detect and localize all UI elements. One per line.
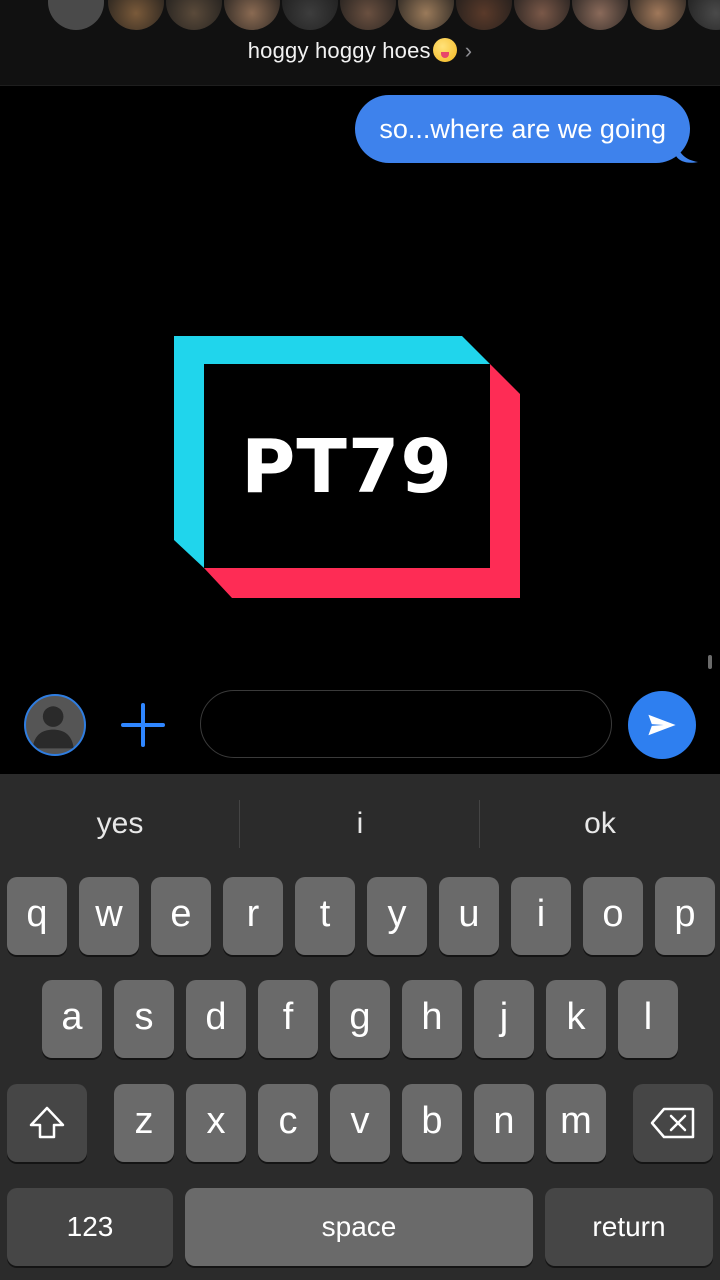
key-y[interactable]: y: [367, 877, 427, 955]
member-avatar[interactable]: [340, 0, 396, 30]
member-avatar[interactable]: [572, 0, 628, 30]
logo-text: PT79: [241, 424, 453, 510]
key-v[interactable]: v: [330, 1084, 390, 1162]
key-x[interactable]: x: [186, 1084, 246, 1162]
key-w[interactable]: w: [79, 877, 139, 955]
member-avatar[interactable]: [456, 0, 512, 30]
member-avatar[interactable]: [282, 0, 338, 30]
numbers-key[interactable]: 123: [7, 1188, 173, 1266]
member-avatar[interactable]: [166, 0, 222, 30]
key-u[interactable]: u: [439, 877, 499, 955]
member-avatars[interactable]: [0, 0, 720, 30]
backspace-key[interactable]: [633, 1084, 713, 1162]
member-avatar[interactable]: [514, 0, 570, 30]
key-c[interactable]: c: [258, 1084, 318, 1162]
avatar[interactable]: [48, 0, 104, 30]
key-z[interactable]: z: [114, 1084, 174, 1162]
sent-message-bubble[interactable]: so...where are we going: [355, 95, 690, 163]
zany-face-emoji-icon: [432, 38, 457, 62]
member-avatar[interactable]: [688, 0, 720, 30]
keyboard: yes i ok 123 space return qwertyuiopasdf…: [0, 774, 720, 1280]
suggestion-1[interactable]: yes: [0, 774, 240, 874]
key-s[interactable]: s: [114, 980, 174, 1058]
key-d[interactable]: d: [186, 980, 246, 1058]
suggestion-3[interactable]: ok: [480, 774, 720, 874]
backspace-icon: [650, 1107, 695, 1139]
person-icon[interactable]: [24, 694, 86, 756]
key-m[interactable]: m: [546, 1084, 606, 1162]
key-r[interactable]: r: [223, 877, 283, 955]
send-button[interactable]: [628, 691, 696, 759]
member-avatar[interactable]: [108, 0, 164, 30]
scroll-indicator[interactable]: [708, 655, 712, 669]
group-name-text[interactable]: hoggy hoggy hoes: [248, 38, 431, 63]
group-title[interactable]: hoggy hoggy hoes ›: [0, 38, 720, 64]
key-o[interactable]: o: [583, 877, 643, 955]
key-j[interactable]: j: [474, 980, 534, 1058]
key-h[interactable]: h: [402, 980, 462, 1058]
chevron-right-icon[interactable]: ›: [465, 38, 473, 63]
member-avatar[interactable]: [398, 0, 454, 30]
plus-icon[interactable]: [118, 700, 168, 750]
member-avatar[interactable]: [630, 0, 686, 30]
key-q[interactable]: q: [7, 877, 67, 955]
bubble-tail: [676, 140, 698, 163]
space-key[interactable]: space: [185, 1188, 533, 1266]
return-key[interactable]: return: [545, 1188, 713, 1266]
key-e[interactable]: e: [151, 877, 211, 955]
member-avatar[interactable]: [224, 0, 280, 30]
shift-icon: [29, 1106, 65, 1139]
key-i[interactable]: i: [511, 877, 571, 955]
message-input[interactable]: [200, 690, 612, 758]
key-p[interactable]: p: [655, 877, 715, 955]
key-g[interactable]: g: [330, 980, 390, 1058]
key-a[interactable]: a: [42, 980, 102, 1058]
key-l[interactable]: l: [618, 980, 678, 1058]
suggestion-2[interactable]: i: [240, 774, 480, 874]
key-k[interactable]: k: [546, 980, 606, 1058]
paper-plane-icon: [648, 714, 676, 736]
chat-header: hoggy hoggy hoes ›: [0, 0, 720, 86]
key-t[interactable]: t: [295, 877, 355, 955]
shift-key[interactable]: [7, 1084, 87, 1162]
key-f[interactable]: f: [258, 980, 318, 1058]
key-b[interactable]: b: [402, 1084, 462, 1162]
key-n[interactable]: n: [474, 1084, 534, 1162]
